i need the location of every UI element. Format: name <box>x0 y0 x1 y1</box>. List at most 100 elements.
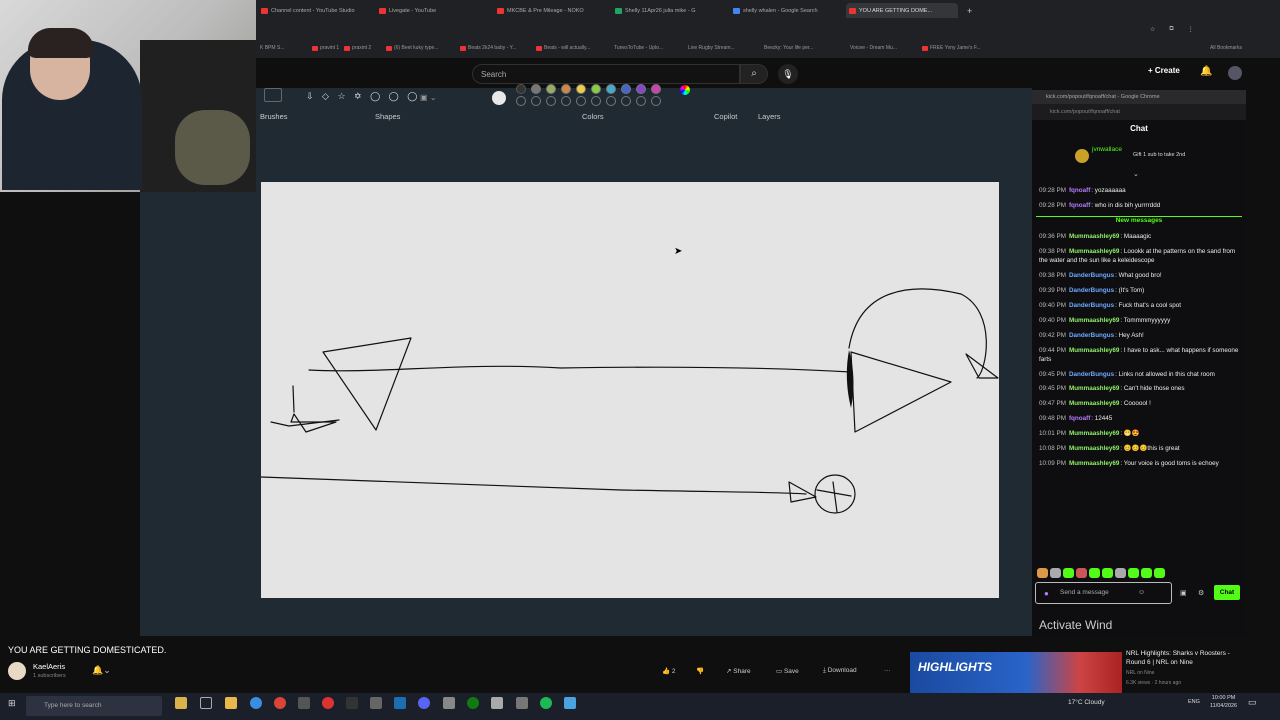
message-username[interactable]: Mummaashley69 <box>1069 430 1119 437</box>
send-chat-button[interactable]: Chat <box>1214 585 1240 600</box>
browser-tab[interactable]: MKCBE & Pre Mileage - NOKO <box>494 3 610 18</box>
message-username[interactable]: Mummaashley69 <box>1069 317 1119 324</box>
bookmark-item[interactable]: Live Rugby Stream... <box>688 45 735 51</box>
edit-colors-button[interactable] <box>680 85 690 95</box>
emote[interactable] <box>1141 568 1152 578</box>
color-swatch[interactable] <box>606 84 616 94</box>
empty-color-slot[interactable] <box>591 96 601 106</box>
message-username[interactable]: DanderBungus <box>1069 302 1114 309</box>
xbox-icon[interactable] <box>467 697 479 709</box>
bookmark-item[interactable]: pravint 1 <box>312 45 339 51</box>
discord-icon[interactable] <box>418 697 430 709</box>
message-username[interactable]: Mummaashley69 <box>1069 248 1119 255</box>
like-button[interactable]: 👍 2 <box>662 667 676 675</box>
bookmark-item[interactable]: Beezky: Your life per... <box>764 45 813 51</box>
chrome-icon[interactable] <box>274 697 286 709</box>
emote[interactable] <box>1063 568 1074 578</box>
recommended-title[interactable]: NRL Highlights: Sharks v Roosters - Roun… <box>1126 649 1250 667</box>
message-username[interactable]: fqnoaff <box>1069 187 1090 194</box>
notifications-bell-icon[interactable]: 🔔 <box>1200 66 1212 77</box>
empty-color-slot[interactable] <box>531 96 541 106</box>
gift-sub-banner[interactable]: Gift 1 sub to take 2nd <box>1133 152 1185 158</box>
message-username[interactable]: Mummaashley69 <box>1069 460 1119 467</box>
message-username[interactable]: Mummaashley69 <box>1069 385 1119 392</box>
brush-tool-button[interactable] <box>264 88 282 102</box>
browser-tab-active[interactable]: YOU ARE GETTING DOME... <box>846 3 958 18</box>
color-swatch[interactable] <box>621 84 631 94</box>
recommended-channel[interactable]: NRL on Nine <box>1126 670 1154 676</box>
browser-tab[interactable]: Livegate - YouTube <box>376 3 492 18</box>
app-icon-red[interactable] <box>322 697 334 709</box>
current-color-swatch[interactable] <box>492 91 506 105</box>
recommended-thumbnail[interactable]: HIGHLIGHTS <box>910 652 1122 694</box>
message-username[interactable]: fqnoaff <box>1069 415 1090 422</box>
search-input[interactable]: Search <box>472 64 740 84</box>
dislike-button[interactable]: 👎 <box>696 667 704 675</box>
settings-gear-icon[interactable]: ⚙ <box>1198 589 1204 597</box>
taskbar-search-input[interactable]: Type here to search <box>26 696 162 716</box>
app-icon[interactable] <box>370 697 382 709</box>
windows-start-icon[interactable]: ⊞ <box>8 698 16 709</box>
save-button[interactable]: ▭ Save <box>776 667 799 675</box>
notifications-icon[interactable]: ▭ <box>1248 697 1257 708</box>
browser-tab[interactable]: shelly whalen - Google Search <box>730 3 844 18</box>
layers-label[interactable]: Layers <box>758 112 781 121</box>
empty-color-slot[interactable] <box>606 96 616 106</box>
weather-widget[interactable]: 17°C Cloudy <box>1068 699 1105 706</box>
collapse-chevron-icon[interactable]: ⌄ <box>1133 170 1139 178</box>
bookmark-item[interactable]: praxint 2 <box>344 45 371 51</box>
bookmark-star-icon[interactable]: ☆ <box>1150 26 1155 33</box>
message-username[interactable]: DanderBungus <box>1069 371 1114 378</box>
message-username[interactable]: Mummaashley69 <box>1069 347 1119 354</box>
color-swatch[interactable] <box>651 84 661 94</box>
chat-identity-icon[interactable]: ● <box>1044 589 1049 598</box>
account-avatar[interactable] <box>1228 66 1242 80</box>
empty-color-slot[interactable] <box>561 96 571 106</box>
pinned-user[interactable]: jvnwallace <box>1092 146 1122 153</box>
emote[interactable] <box>1037 568 1048 578</box>
voice-search-button[interactable]: 🎙 <box>778 64 798 84</box>
notepad-icon[interactable] <box>491 697 503 709</box>
color-swatch[interactable] <box>531 84 541 94</box>
color-swatch[interactable] <box>516 84 526 94</box>
empty-color-slot[interactable] <box>651 96 661 106</box>
empty-color-slot[interactable] <box>516 96 526 106</box>
message-username[interactable]: Mummaashley69 <box>1069 445 1119 452</box>
app-icon[interactable] <box>516 697 528 709</box>
bookmark-item[interactable]: FREE Yvny Jame's F... <box>922 45 981 51</box>
emote[interactable] <box>1128 568 1139 578</box>
emote[interactable] <box>1154 568 1165 578</box>
steam-icon[interactable] <box>394 697 406 709</box>
empty-color-slot[interactable] <box>621 96 631 106</box>
emote[interactable] <box>1076 568 1087 578</box>
color-swatch[interactable] <box>546 84 556 94</box>
emote[interactable] <box>1050 568 1061 578</box>
message-username[interactable]: Mummaashley69 <box>1069 400 1119 407</box>
app-icon[interactable] <box>443 697 455 709</box>
spotify-icon[interactable] <box>540 697 552 709</box>
message-username[interactable]: DanderBungus <box>1069 287 1114 294</box>
task-view-icon[interactable] <box>200 697 212 709</box>
taskbar-clock[interactable]: 10:00 PM 11/04/2026 <box>1210 694 1237 710</box>
color-swatch[interactable] <box>561 84 571 94</box>
more-actions-button[interactable]: ··· <box>884 667 891 674</box>
bookmark-item[interactable]: K BPM S... <box>260 45 284 51</box>
shape-options-icon[interactable]: ▣ ⌄ <box>420 93 436 102</box>
emote[interactable] <box>1089 568 1100 578</box>
menu-icon[interactable]: ⋮ <box>1188 26 1194 33</box>
shapes-gallery[interactable]: ⇩ ◇ ☆ ✡ ◯ ◯ ◯ <box>306 91 420 102</box>
color-swatch[interactable] <box>576 84 586 94</box>
subscribe-bell-icon[interactable]: 🔔⌄ <box>92 665 111 676</box>
emote-picker-icon[interactable]: ☺ <box>1138 589 1145 596</box>
app-icon[interactable] <box>298 697 310 709</box>
emote[interactable] <box>1102 568 1113 578</box>
message-username[interactable]: Mummaashley69 <box>1069 233 1119 240</box>
empty-color-slot[interactable] <box>546 96 556 106</box>
copilot-label[interactable]: Copilot <box>714 112 737 121</box>
color-swatch[interactable] <box>636 84 646 94</box>
paint-app-icon[interactable] <box>564 697 576 709</box>
language-indicator[interactable]: ENG <box>1188 699 1200 705</box>
chat-message-input[interactable]: Send a message <box>1035 582 1172 604</box>
empty-color-slot[interactable] <box>636 96 646 106</box>
gift-icon[interactable]: ▣ <box>1180 589 1187 597</box>
